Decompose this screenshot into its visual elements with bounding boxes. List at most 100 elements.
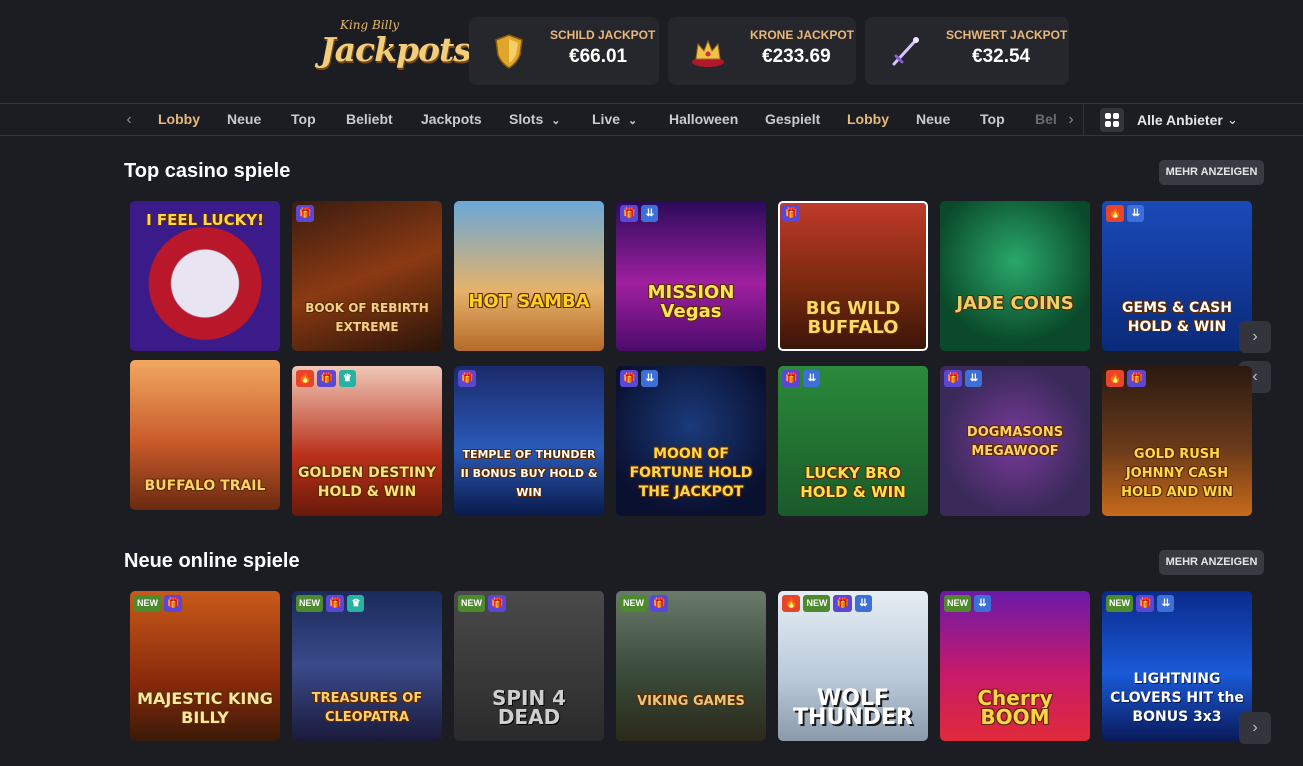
- game-tile[interactable]: NEW 🎁 SPIN 4 DEAD: [454, 591, 604, 741]
- nav-item-neue[interactable]: Neue: [227, 104, 261, 135]
- nav-item-gespielt[interactable]: Gespielt: [765, 104, 820, 135]
- game-tile[interactable]: NEW 🎁 VIKING GAMES: [616, 591, 766, 741]
- gift-icon: 🎁: [833, 595, 852, 612]
- game-title: BOOK OF REBIRTH EXTREME: [305, 301, 429, 334]
- chevron-down-icon: ⌄: [1227, 112, 1238, 127]
- badges: 🎁 ⇊: [944, 370, 983, 387]
- section-title-top: Top casino spiele: [124, 160, 291, 182]
- game-title: LUCKY BRO HOLD & WIN: [800, 464, 906, 501]
- gift-icon: 🎁: [317, 370, 336, 387]
- game-tile[interactable]: 🎁 BOOK OF REBIRTH EXTREME: [292, 201, 442, 351]
- crown-icon: [692, 39, 724, 67]
- game-tile[interactable]: 🎁 ⇊ MOON OF FORTUNE HOLD THE JACKPOT: [616, 366, 766, 516]
- jackpot-schwert[interactable]: SCHWERT JACKPOT €32.54: [865, 17, 1069, 85]
- gift-icon: 🎁: [326, 595, 345, 612]
- drops-icon: ⇊: [641, 370, 659, 387]
- game-tile[interactable]: 🎁 ⇊ DOGMASONS MEGAWOOF: [940, 366, 1090, 516]
- nav-item-halloween[interactable]: Halloween: [669, 104, 738, 135]
- badges: 🔥 🎁: [1106, 370, 1146, 387]
- game-tile[interactable]: NEW ⇊ Cherry BOOM: [940, 591, 1090, 741]
- new-badge: NEW: [1106, 595, 1133, 612]
- jackpot-value: €233.69: [762, 46, 831, 67]
- game-title: BUFFALO TRAIL: [144, 478, 266, 494]
- nav-item-jackpots[interactable]: Jackpots: [421, 104, 482, 135]
- scroll-right-icon[interactable]: ›: [1239, 712, 1271, 744]
- gift-icon: 🎁: [296, 205, 315, 222]
- nav-next-icon[interactable]: ›: [1063, 104, 1079, 135]
- provider-label: Alle Anbieter: [1137, 112, 1223, 128]
- game-tile[interactable]: HOT SAMBA: [454, 201, 604, 351]
- fire-icon: 🔥: [1106, 205, 1125, 222]
- game-tile[interactable]: 🎁 ⇊ MISSION Vegas: [616, 201, 766, 351]
- nav-item-beliebt-2[interactable]: Bel: [1035, 104, 1057, 135]
- nav-item-top[interactable]: Top: [291, 104, 316, 135]
- game-tile[interactable]: 🔥 🎁 GOLD RUSH JOHNNY CASH HOLD AND WIN: [1102, 366, 1252, 516]
- jackpot-krone[interactable]: KRONE JACKPOT €233.69: [668, 17, 856, 85]
- drops-icon: ⇊: [641, 205, 659, 222]
- badges: 🔥 🎁 ♛: [296, 370, 356, 387]
- game-tile[interactable]: NEW 🎁 ♛ TREASURES OF CLEOPATRA: [292, 591, 442, 741]
- nav-item-neue-2[interactable]: Neue: [916, 104, 950, 135]
- more-button-new[interactable]: MEHR ANZEIGEN: [1159, 550, 1264, 575]
- game-tile[interactable]: 🔥 ⇊ GEMS & CASH HOLD & WIN: [1102, 201, 1252, 351]
- chevron-down-icon: ⌄: [551, 115, 561, 127]
- game-title: TEMPLE OF THUNDER II BONUS BUY HOLD & WI…: [460, 448, 598, 499]
- game-title: DOGMASONS MEGAWOOF: [966, 425, 1064, 459]
- chevron-down-icon: ⌄: [628, 115, 638, 127]
- jackpot-schild[interactable]: SCHILD JACKPOT €66.01: [469, 17, 659, 85]
- nav-item-top-2[interactable]: Top: [980, 104, 1005, 135]
- game-tile[interactable]: JADE COINS: [940, 201, 1090, 351]
- jackpot-value: €66.01: [569, 46, 628, 67]
- logo[interactable]: King Billy Jackpots: [318, 18, 472, 80]
- badges: 🎁 ⇊: [620, 205, 659, 222]
- nav-item-slots[interactable]: Slots ⌄: [509, 104, 560, 135]
- category-nav: ‹ Lobby Neue Top Beliebt Jackpots Slots ⌄…: [0, 103, 1303, 136]
- drops-icon: ⇊: [965, 370, 983, 387]
- nav-item-label: Slots: [509, 111, 544, 127]
- game-tile[interactable]: 🔥 NEW 🎁 ⇊ WOLF THUNDER: [778, 591, 928, 741]
- gift-icon: 🎁: [650, 595, 669, 612]
- nav-item-lobby-2[interactable]: Lobby: [847, 104, 889, 135]
- game-tile[interactable]: BUFFALO TRAIL: [130, 360, 280, 510]
- gift-icon: 🎁: [164, 595, 183, 612]
- badges: NEW 🎁 ♛: [296, 595, 365, 612]
- game-title: GOLD RUSH JOHNNY CASH HOLD AND WIN: [1121, 447, 1233, 500]
- sword-icon: [892, 37, 919, 66]
- nav-item-live[interactable]: Live ⌄: [592, 104, 637, 135]
- badges: 🎁: [458, 370, 477, 387]
- more-button-top[interactable]: MEHR ANZEIGEN: [1159, 160, 1264, 185]
- new-badge: NEW: [944, 595, 971, 612]
- gift-icon: 🎁: [488, 595, 507, 612]
- fire-icon: 🔥: [296, 370, 315, 387]
- nav-item-beliebt[interactable]: Beliebt: [346, 104, 393, 135]
- drops-icon: ⇊: [803, 370, 821, 387]
- logo-title: Jackpots: [320, 30, 472, 69]
- header: King Billy Jackpots SCHILD JACKPOT €66.0…: [0, 0, 1303, 103]
- game-tile[interactable]: NEW 🎁 MAJESTIC KING BILLY: [130, 591, 280, 741]
- game-title: GOLDEN DESTINY HOLD & WIN: [298, 465, 436, 500]
- game-tile[interactable]: 🎁 BIG WILD BUFFALO: [778, 201, 928, 351]
- new-badge: NEW: [134, 595, 161, 612]
- game-tile[interactable]: 🎁 TEMPLE OF THUNDER II BONUS BUY HOLD & …: [454, 366, 604, 516]
- game-title: MOON OF FORTUNE HOLD THE JACKPOT: [629, 446, 753, 500]
- gift-icon: 🎁: [620, 205, 639, 222]
- game-title: JADE COINS: [956, 293, 1074, 314]
- game-title: LIGHTNING CLOVERS HIT the BONUS 3x3: [1110, 671, 1244, 725]
- badges: NEW 🎁 ⇊: [1106, 595, 1175, 612]
- rank-icon: ♛: [347, 595, 365, 612]
- game-tile[interactable]: 🔥 🎁 ♛ GOLDEN DESTINY HOLD & WIN: [292, 366, 442, 516]
- rank-icon: ♛: [338, 370, 356, 387]
- scroll-right-icon[interactable]: ›: [1239, 321, 1271, 353]
- badges: 🎁 ⇊: [620, 370, 659, 387]
- game-tile[interactable]: NEW 🎁 ⇊ LIGHTNING CLOVERS HIT the BONUS …: [1102, 591, 1252, 741]
- badges: NEW 🎁: [134, 595, 183, 612]
- jackpot-value: €32.54: [972, 46, 1031, 67]
- game-tile[interactable]: I FEEL LUCKY!: [130, 201, 280, 351]
- nav-item-label: Live: [592, 111, 621, 127]
- game-tile[interactable]: 🎁 ⇊ LUCKY BRO HOLD & WIN: [778, 366, 928, 516]
- jackpot-name: KRONE JACKPOT: [750, 28, 855, 42]
- nav-prev-icon[interactable]: ‹: [121, 104, 137, 135]
- fire-icon: 🔥: [1106, 370, 1125, 387]
- nav-item-lobby[interactable]: Lobby: [158, 104, 200, 135]
- new-badge: NEW: [803, 595, 831, 612]
